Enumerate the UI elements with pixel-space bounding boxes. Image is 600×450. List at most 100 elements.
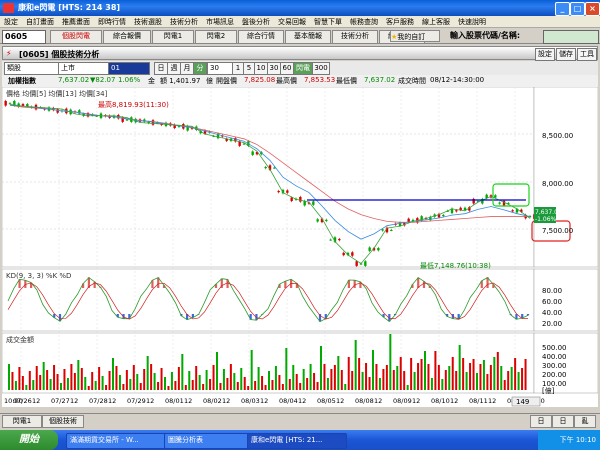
volume-bar — [174, 381, 177, 390]
candle-body — [251, 151, 254, 155]
range-flash[interactable]: 閃電 — [293, 62, 313, 75]
volume-bar — [60, 383, 62, 390]
menu-item-3[interactable]: 即時行情 — [94, 16, 130, 28]
stock-name-input[interactable] — [543, 30, 599, 44]
candle-body — [377, 248, 380, 251]
menu-item-13[interactable]: 快速說明 — [454, 16, 490, 28]
index-name: 加權指數 — [8, 77, 36, 85]
volume-bar — [191, 380, 194, 390]
volume-bar — [299, 383, 302, 390]
volume-bar — [236, 382, 239, 390]
menu-item-11[interactable]: 客戶服務 — [382, 16, 418, 28]
tools-button[interactable]: 工具 — [577, 48, 597, 61]
bottom-btn-1[interactable]: 日 — [530, 415, 552, 428]
period-week[interactable]: 週 — [167, 62, 181, 75]
quote-button[interactable]: 綜合報價 — [103, 30, 151, 44]
volume-bar — [8, 364, 10, 390]
menu-item-8[interactable]: 交易回報 — [274, 16, 310, 28]
volume-bar — [212, 365, 215, 390]
volume-bar — [524, 359, 527, 390]
volume-bar — [344, 384, 347, 390]
candle-body — [455, 210, 458, 212]
volume-bar — [112, 358, 114, 390]
settings-button[interactable]: 設定 — [535, 48, 555, 61]
volume-bar — [399, 357, 402, 390]
menu-item-6[interactable]: 市場訊息 — [202, 16, 238, 28]
minute-select[interactable]: 30 — [207, 62, 233, 75]
quote-info-row: 加權指數 7,637.02 ▼82.07 1.06% 金 額 1,401.97 … — [2, 75, 598, 87]
volume-bar — [281, 384, 284, 390]
period-month[interactable]: 月 — [180, 62, 194, 75]
bottom-btn-3[interactable]: 亂 — [574, 415, 596, 428]
range-10[interactable]: 10 — [254, 62, 268, 75]
volume-bar — [108, 371, 111, 390]
tab-flash1[interactable]: 閃電1 — [2, 415, 42, 428]
candle-body — [273, 167, 276, 169]
task-item-1[interactable]: 滿滿期貨交易所 - W... — [66, 433, 166, 449]
tab-stock-tech[interactable]: 個股技術 — [42, 415, 84, 428]
market-button[interactable]: 綜合行情 — [238, 30, 284, 44]
range-300[interactable]: 300 — [312, 62, 330, 75]
bottom-btn-2[interactable]: 日 — [552, 415, 574, 428]
volume-bar — [202, 384, 205, 390]
x-label: 07/26 — [13, 397, 32, 405]
volume-bar — [11, 372, 14, 390]
volume-bar — [521, 368, 524, 390]
volume-bar — [160, 368, 163, 390]
volume-bar — [354, 340, 357, 390]
task-item-2[interactable]: 圖騰分析表 — [164, 433, 249, 449]
period-day[interactable]: 日 — [154, 62, 168, 75]
menu-item-5[interactable]: 技術分析 — [166, 16, 202, 28]
volume-bar — [28, 371, 31, 390]
candle-body — [264, 167, 267, 169]
volume-bar — [167, 386, 170, 390]
minimize-button[interactable]: _ — [555, 2, 570, 16]
volume-bar — [316, 382, 319, 390]
flash2-button[interactable]: 閃電2 — [195, 30, 237, 44]
price-legend: 價格 均價[5] 均價[13] 均價[34] — [6, 89, 108, 98]
category-select[interactable]: 類股 — [4, 62, 60, 75]
start-button[interactable]: 開始 — [0, 430, 58, 450]
save-button[interactable]: 儲存 — [556, 48, 576, 61]
my-custom-button[interactable]: ★我的自訂 — [390, 30, 440, 42]
flash1-button[interactable]: 閃電1 — [152, 30, 194, 44]
menu-item-1[interactable]: 自訂畫面 — [22, 16, 58, 28]
kd-axis-40: 40.00 — [542, 309, 562, 317]
vol-axis-500: 500.00 — [542, 344, 567, 352]
period-minute[interactable]: 分 — [193, 62, 207, 75]
candle-body — [325, 219, 328, 221]
range-60[interactable]: 60 — [280, 62, 294, 75]
menu-item-9[interactable]: 智慧下單 — [310, 16, 346, 28]
volume-bar — [385, 365, 388, 390]
x-label: 08/05 — [317, 397, 336, 405]
menu-item-12[interactable]: 線上客服 — [418, 16, 454, 28]
stock-flash-button[interactable]: 個股閃電 — [50, 30, 102, 44]
volume-bar — [164, 377, 166, 390]
tech-analysis-button[interactable]: 技術分析 — [332, 30, 378, 44]
menu-item-0[interactable]: 設定 — [0, 16, 22, 28]
menu-item-2[interactable]: 推薦畫面 — [58, 16, 94, 28]
menu-item-10[interactable]: 帳務查詢 — [346, 16, 382, 28]
range-30[interactable]: 30 — [267, 62, 281, 75]
index-select[interactable]: 01 — [108, 62, 150, 75]
maximize-button[interactable]: □ — [570, 2, 585, 16]
volume-bar — [118, 375, 121, 390]
volume-bar — [129, 379, 132, 390]
volume-bar — [351, 371, 354, 390]
volume-bar — [132, 365, 135, 390]
volume-bar — [372, 350, 374, 390]
volume-bar — [285, 348, 288, 390]
volume-bar — [358, 358, 361, 390]
close-button[interactable]: × — [585, 2, 600, 16]
candle-body — [312, 201, 315, 205]
menu-item-4[interactable]: 技術選股 — [130, 16, 166, 28]
toolbar: 0605 個股閃電 綜合報價 閃電1 閃電2 綜合行情 基本簡報 技術分析 綜合… — [0, 28, 600, 44]
profile-button[interactable]: 基本簡報 — [285, 30, 331, 44]
menu-item-7[interactable]: 盤後分析 — [238, 16, 274, 28]
volume-bar — [378, 378, 381, 390]
market-select[interactable]: 上市 — [58, 62, 110, 75]
stock-code-select[interactable]: 0605 — [2, 30, 46, 44]
volume-bar — [46, 370, 49, 390]
time-label: 成交時間 — [398, 77, 426, 85]
task-item-3[interactable]: 康和e閃電 [HTS: 21... — [247, 433, 347, 449]
